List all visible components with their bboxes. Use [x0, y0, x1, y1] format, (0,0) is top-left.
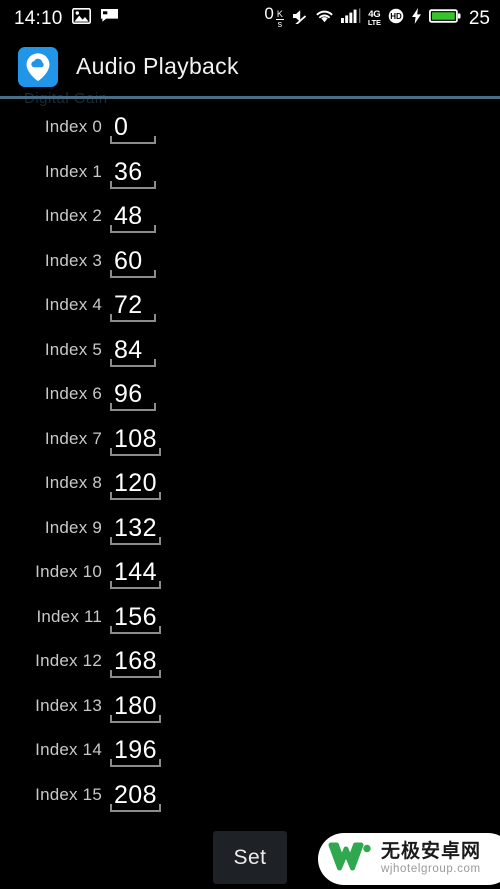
- index-label: Index 3: [44, 250, 102, 270]
- table-row: Index 3 60: [0, 239, 500, 284]
- w-logo-icon: [328, 840, 374, 879]
- wifi-icon: [315, 8, 334, 28]
- index-label: Index 4: [44, 295, 102, 315]
- charging-bolt-icon: [411, 7, 422, 29]
- table-row: Index 14 196: [0, 728, 500, 773]
- table-row: Index 13 180: [0, 684, 500, 729]
- index-value-text: 180: [114, 691, 157, 720]
- hd-icon: HD: [388, 8, 404, 29]
- table-row: Index 7 108: [0, 417, 500, 462]
- network-speed-unit: K s: [275, 9, 284, 29]
- 4g-lte-icon: 4G LTE: [367, 9, 381, 27]
- index-label: Index 8: [44, 473, 102, 493]
- index-value-text: 156: [114, 602, 157, 631]
- table-row: Index 0 0: [0, 105, 500, 150]
- status-bar-left: 14:10: [14, 7, 119, 29]
- index-value-input[interactable]: 132: [110, 511, 161, 545]
- index-value-input[interactable]: 108: [110, 422, 161, 456]
- header-divider: [0, 96, 500, 99]
- table-row: Index 4 72: [0, 283, 500, 328]
- page-title: Audio Playback: [76, 53, 239, 79]
- site-watermark: 无极安卓网 wjhotelgroup.com: [318, 833, 500, 885]
- network-speed-value: 0: [264, 4, 274, 23]
- index-value-text: 84: [114, 335, 143, 364]
- mute-icon: [291, 8, 308, 29]
- index-value-text: 168: [114, 647, 157, 676]
- index-label: Index 11: [36, 606, 102, 626]
- table-row: Index 12 168: [0, 639, 500, 684]
- index-value-input[interactable]: 60: [110, 244, 156, 278]
- network-speed-indicator: 0 K s: [264, 4, 284, 31]
- table-row: Index 8 120: [0, 461, 500, 506]
- index-value-input[interactable]: 72: [110, 288, 156, 323]
- index-value-input[interactable]: 36: [110, 155, 156, 189]
- watermark-url: wjhotelgroup.com: [381, 862, 481, 875]
- index-label: Index 13: [35, 695, 102, 715]
- network-speed-unit-top: K: [276, 9, 283, 19]
- index-label: Index 5: [44, 339, 102, 359]
- table-row: Index 9 132: [0, 506, 500, 551]
- watermark-text: 无极安卓网 wjhotelgroup.com: [381, 839, 482, 877]
- index-label: Index 6: [44, 384, 102, 404]
- battery-percentage: 25: [468, 7, 490, 29]
- index-value-input[interactable]: 144: [110, 555, 161, 590]
- index-value-text: 108: [114, 424, 157, 453]
- index-label: Index 2: [44, 206, 102, 226]
- index-value-input[interactable]: 96: [110, 377, 156, 412]
- table-row: Index 6 96: [0, 372, 500, 417]
- index-value-text: 60: [114, 246, 143, 275]
- set-button[interactable]: Set: [213, 831, 287, 884]
- index-value-text: 0: [114, 113, 129, 142]
- index-label: Index 0: [44, 117, 102, 137]
- status-bar-right: 0 K s 4G LTE HD 25: [264, 5, 490, 31]
- app-header: Audio Playback: [0, 36, 500, 97]
- index-value-text: 120: [114, 469, 157, 498]
- network-speed-unit-bottom: s: [277, 19, 283, 29]
- signal-bars-icon: [340, 8, 361, 28]
- index-value-input[interactable]: 180: [110, 689, 161, 723]
- index-value-input[interactable]: 84: [110, 333, 156, 367]
- index-label: Index 1: [44, 161, 102, 181]
- index-label: Index 15: [35, 784, 102, 804]
- index-label: Index 10: [35, 562, 102, 582]
- index-label: Index 12: [35, 651, 102, 671]
- index-label: Index 9: [44, 517, 102, 537]
- cloud-pin-icon: [18, 46, 58, 87]
- index-value-input[interactable]: 48: [110, 199, 156, 234]
- index-value-input[interactable]: 196: [110, 733, 161, 768]
- index-value-input[interactable]: 208: [110, 778, 161, 812]
- index-value-text: 144: [114, 558, 157, 587]
- status-clock: 14:10: [14, 7, 63, 29]
- index-label: Index 14: [35, 740, 102, 760]
- index-value-text: 48: [114, 202, 143, 231]
- index-value-input[interactable]: 120: [110, 466, 161, 501]
- index-label: Index 7: [44, 428, 102, 448]
- index-value-text: 36: [114, 157, 143, 186]
- network-type-bottom: LTE: [367, 18, 381, 27]
- index-value-input[interactable]: 168: [110, 644, 161, 679]
- svg-text:HD: HD: [390, 12, 402, 21]
- index-value-text: 132: [114, 513, 157, 542]
- index-value-input[interactable]: 0: [110, 110, 156, 145]
- index-value-text: 208: [114, 780, 157, 809]
- table-row: Index 10 144: [0, 550, 500, 595]
- status-bar: 14:10 0 K s 4G LTE HD 25: [0, 0, 500, 36]
- index-value-text: 96: [114, 380, 143, 409]
- photo-icon: [71, 7, 91, 29]
- table-row: Index 1 36: [0, 150, 500, 195]
- table-row: Index 2 48: [0, 194, 500, 239]
- index-value-text: 196: [114, 736, 157, 765]
- table-row: Index 15 208: [0, 773, 500, 818]
- watermark-brand: 无极安卓网: [381, 839, 482, 862]
- message-icon: [100, 8, 119, 28]
- battery-icon: [428, 8, 461, 29]
- table-row: Index 11 156: [0, 595, 500, 640]
- table-row: Index 5 84: [0, 328, 500, 373]
- index-value-input[interactable]: 156: [110, 600, 161, 634]
- index-value-text: 72: [114, 291, 143, 320]
- gain-index-list[interactable]: Index 0 0 Index 1 36 Index 2 48 Index 3 …: [0, 105, 500, 825]
